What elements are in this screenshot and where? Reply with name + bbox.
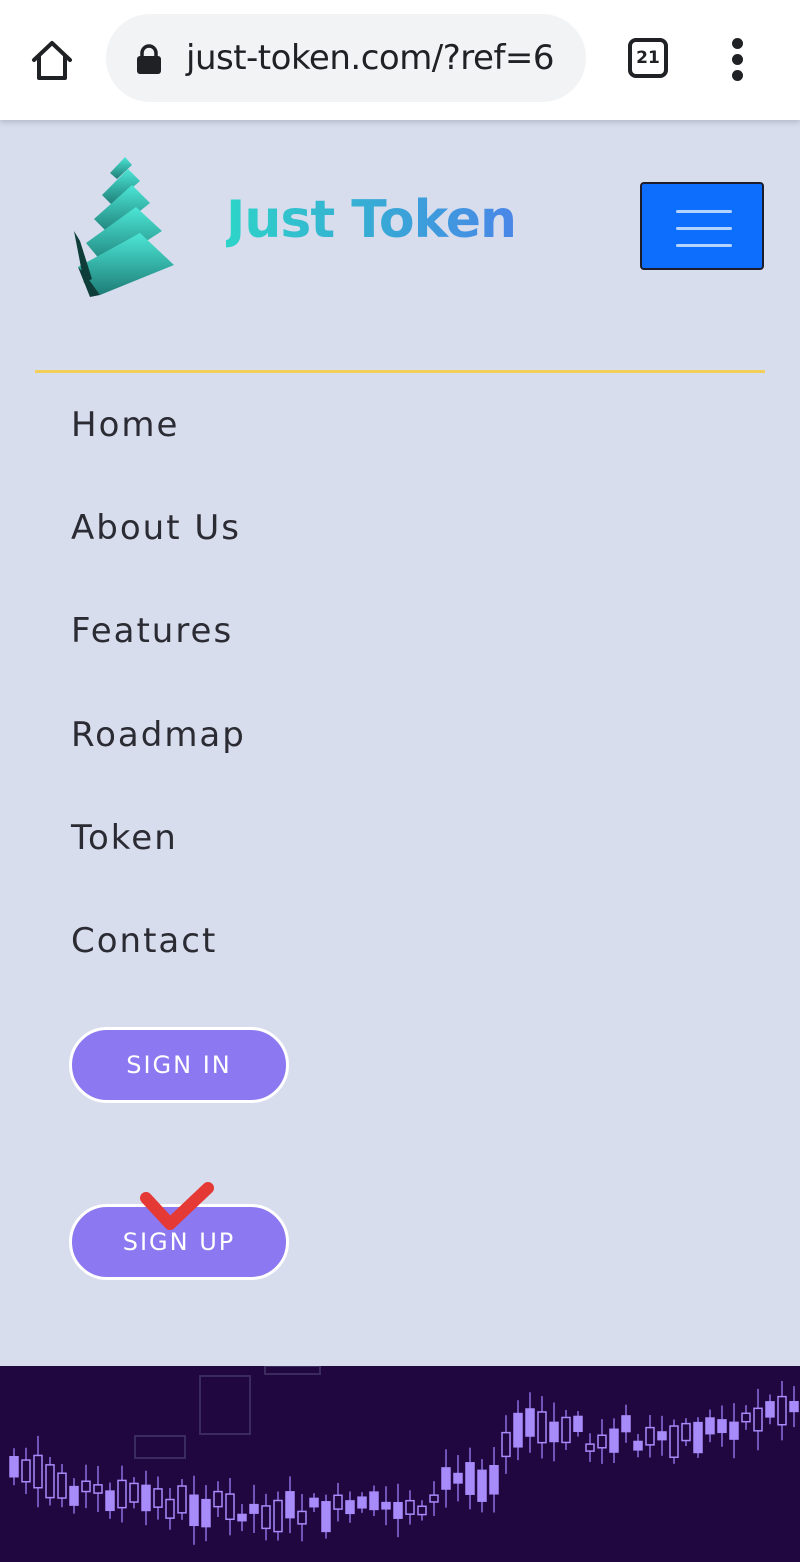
candle-body <box>45 1464 55 1499</box>
candle-body <box>705 1417 715 1435</box>
candle-body <box>645 1426 655 1446</box>
candle-body <box>765 1401 775 1418</box>
nav-item-about-us[interactable]: About Us <box>71 508 241 548</box>
faint-candle <box>199 1375 251 1435</box>
nav-item-features[interactable]: Features <box>71 611 233 651</box>
candle-body <box>273 1499 283 1533</box>
candle-body <box>717 1419 727 1434</box>
candle-body <box>777 1395 787 1426</box>
address-bar[interactable]: just-token.com/?ref=6 <box>106 14 586 102</box>
candle-body <box>129 1482 139 1503</box>
candle-body <box>465 1462 475 1495</box>
footer-chart-background <box>0 1366 800 1562</box>
candle-body <box>105 1490 115 1512</box>
candle-body <box>381 1501 391 1510</box>
candle-body <box>93 1484 103 1494</box>
candle-body <box>309 1497 319 1508</box>
candle-body <box>369 1491 379 1511</box>
candle-body <box>657 1431 667 1441</box>
browser-toolbar: just-token.com/?ref=6 21 <box>0 0 800 120</box>
faint-candle <box>264 1366 321 1375</box>
candle-body <box>285 1491 295 1519</box>
nav-item-roadmap[interactable]: Roadmap <box>71 715 246 755</box>
candle-body <box>393 1501 403 1519</box>
candle-body <box>537 1411 547 1444</box>
home-icon[interactable] <box>28 36 76 84</box>
nav-item-token[interactable]: Token <box>71 818 178 858</box>
lock-icon <box>137 44 161 74</box>
candle-body <box>9 1456 19 1478</box>
candle-body <box>261 1505 271 1530</box>
checkmark-icon <box>140 1182 214 1230</box>
candle-body <box>333 1494 343 1510</box>
brand-name[interactable]: Just Token <box>226 190 517 250</box>
more-vert-icon[interactable] <box>724 38 752 82</box>
candle-body <box>57 1472 67 1499</box>
candle-body <box>489 1464 499 1495</box>
candle-body <box>33 1454 43 1489</box>
candle-body <box>321 1501 331 1533</box>
candle-body <box>669 1425 679 1458</box>
candle-body <box>633 1440 643 1451</box>
candle-body <box>405 1499 415 1515</box>
candle-body <box>573 1415 583 1433</box>
candle-body <box>753 1407 763 1432</box>
nav-divider <box>35 370 765 373</box>
candle-body <box>585 1443 595 1452</box>
candle-body <box>549 1421 559 1443</box>
candle-body <box>69 1485 79 1506</box>
candle-body <box>225 1493 235 1521</box>
nav-item-contact[interactable]: Contact <box>71 921 217 961</box>
candle-body <box>141 1484 151 1512</box>
candle-body <box>81 1480 91 1493</box>
candle-body <box>189 1494 199 1527</box>
candle-body <box>477 1469 487 1502</box>
candle-body <box>561 1416 571 1444</box>
candle-body <box>357 1496 367 1509</box>
candle-body <box>201 1498 211 1528</box>
candle-body <box>213 1490 223 1508</box>
candle-body <box>165 1498 175 1519</box>
candle-body <box>729 1421 739 1440</box>
candle-body <box>621 1415 631 1433</box>
candle-body <box>153 1488 163 1508</box>
candle-body <box>525 1408 535 1437</box>
candle-body <box>429 1494 439 1503</box>
hamburger-icon[interactable] <box>640 182 764 270</box>
tabs-icon[interactable]: 21 <box>628 38 668 78</box>
candle-body <box>597 1434 607 1449</box>
candle-body <box>21 1459 31 1483</box>
candle-body <box>453 1472 463 1484</box>
candle-body <box>249 1503 259 1514</box>
candle-body <box>741 1412 751 1423</box>
candle-body <box>681 1422 691 1442</box>
faint-candle <box>134 1435 186 1459</box>
candlestick-graphic <box>9 1366 799 1545</box>
logo <box>74 157 174 297</box>
candle-body <box>297 1510 307 1525</box>
candle-body <box>417 1505 427 1516</box>
candle-body <box>177 1485 187 1514</box>
candle-body <box>693 1421 703 1454</box>
candle-body <box>513 1412 523 1448</box>
candle-body <box>441 1467 451 1490</box>
candle-body <box>501 1431 511 1458</box>
candle-body <box>117 1479 127 1509</box>
candle-body <box>609 1428 619 1453</box>
nav-item-home[interactable]: Home <box>71 405 179 445</box>
sign-in-button[interactable]: SIGN IN <box>69 1027 289 1103</box>
candle-body <box>345 1500 355 1515</box>
url-text: just-token.com/?ref=6 <box>186 38 555 78</box>
candle-body <box>237 1513 247 1522</box>
candle-body <box>789 1401 799 1413</box>
